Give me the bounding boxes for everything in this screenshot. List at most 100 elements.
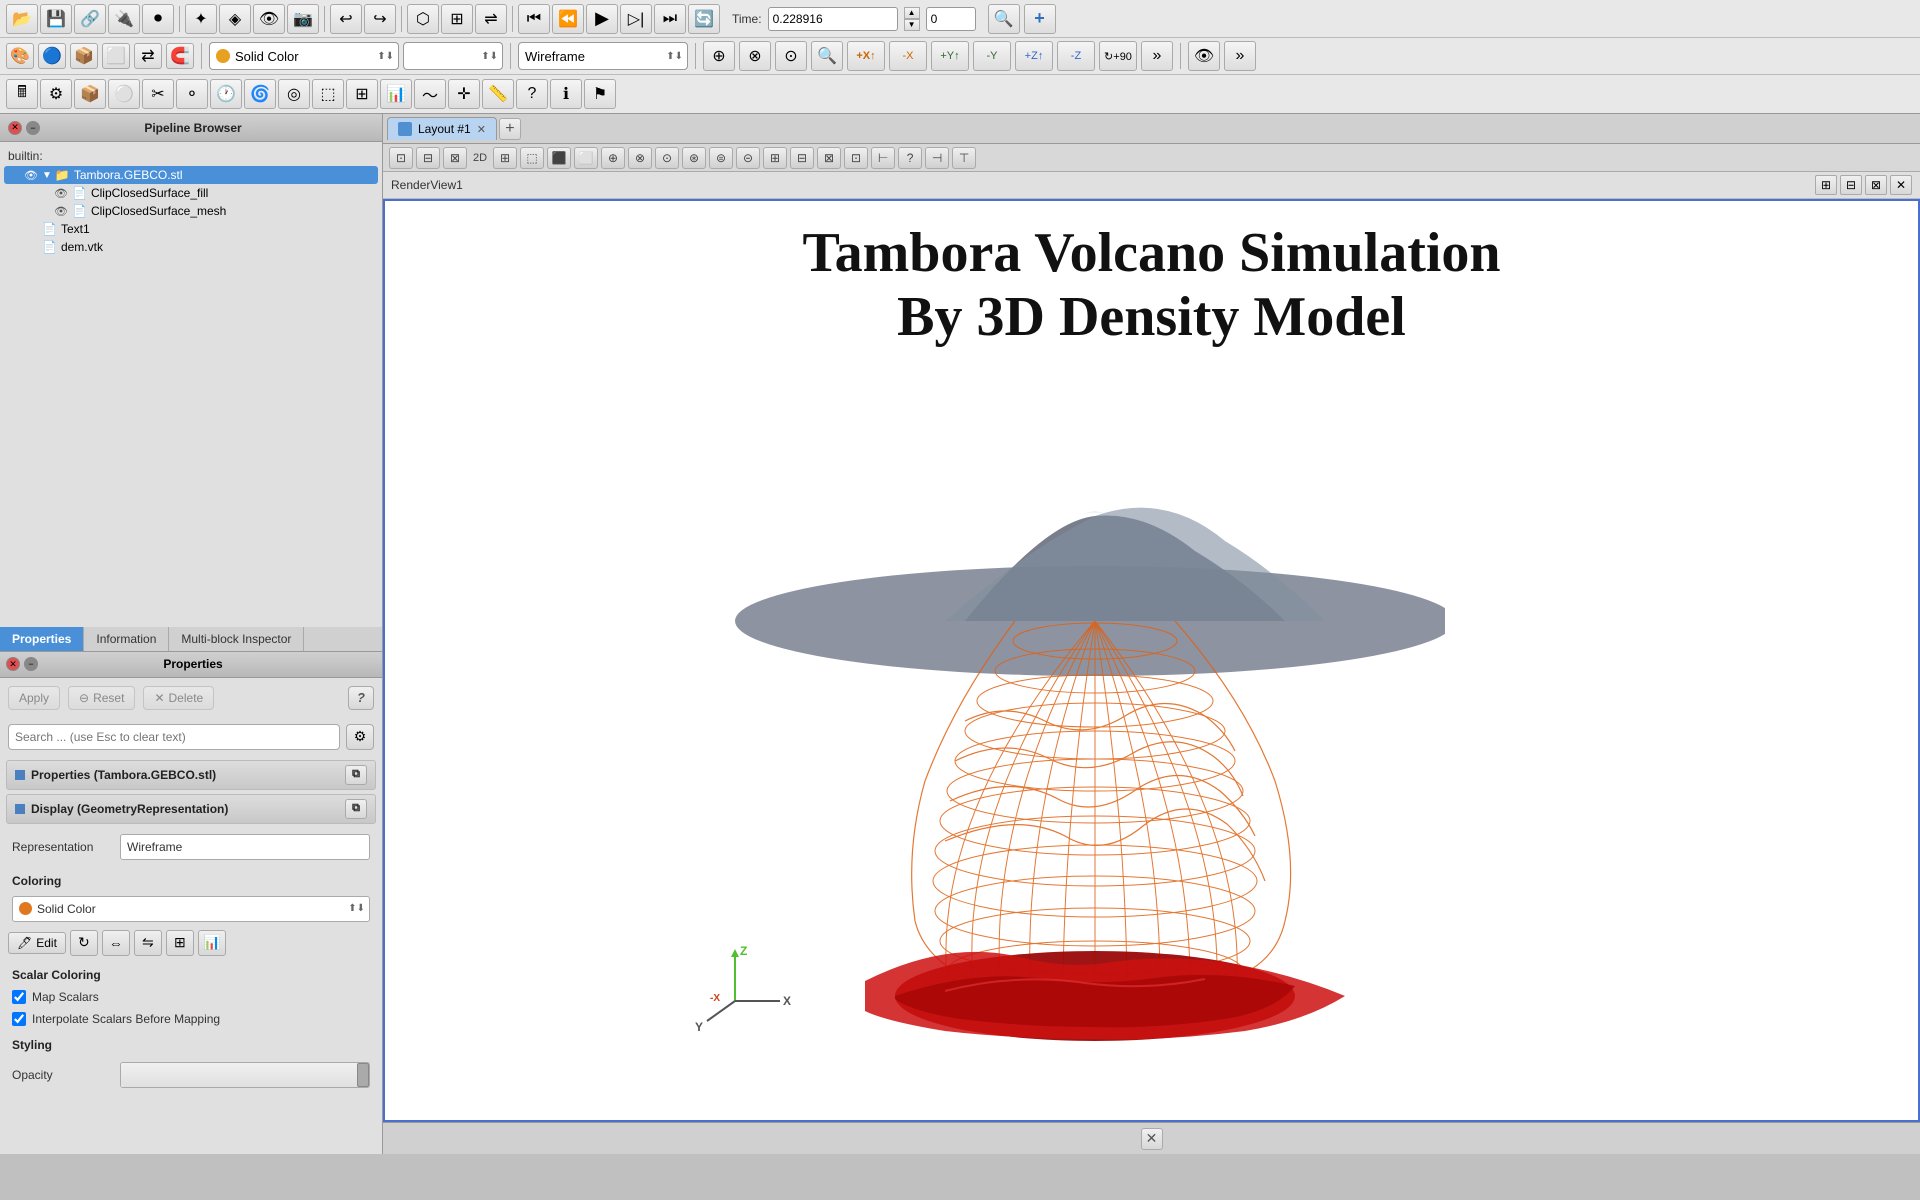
vp-cam4-btn[interactable]: ⊜: [709, 147, 733, 169]
last-frame-btn[interactable]: ⏭: [654, 4, 686, 34]
ruler-btn[interactable]: 📏: [482, 79, 514, 109]
apply-btn[interactable]: Apply: [8, 686, 60, 710]
rescale2-btn[interactable]: ⇋: [134, 930, 162, 956]
representation-value-select[interactable]: Wireframe: [120, 834, 370, 860]
magnet-btn[interactable]: 🧲: [166, 43, 194, 69]
map-scalars-checkbox[interactable]: [12, 990, 26, 1004]
connect-btn[interactable]: 🔗: [74, 4, 106, 34]
delete-btn[interactable]: ✕ Delete: [143, 686, 214, 710]
more-btn[interactable]: »: [1141, 41, 1173, 71]
vp-zoom2-btn[interactable]: ⬛: [547, 147, 571, 169]
loop-btn[interactable]: 🔄: [688, 4, 720, 34]
grid-btn[interactable]: ⊞: [346, 79, 378, 109]
rv-split-v-btn[interactable]: ⊟: [1840, 175, 1862, 195]
minus-y-btn[interactable]: -Y: [973, 41, 1011, 71]
vp-zoom-btn[interactable]: ⬚: [520, 147, 544, 169]
camera-btn[interactable]: 📷: [287, 4, 319, 34]
vp-cam6-btn[interactable]: ⊞: [763, 147, 787, 169]
search-settings-gear-btn[interactable]: ⚙: [346, 724, 374, 750]
play-btn[interactable]: ▶: [586, 4, 618, 34]
eye-btn[interactable]: 👁: [253, 4, 285, 34]
panel-close-btn[interactable]: ✕: [8, 121, 22, 135]
cube-btn[interactable]: 📦: [70, 43, 98, 69]
rotate-btn[interactable]: ↻+90: [1099, 41, 1137, 71]
viewport-bottom-close-btn[interactable]: ✕: [1141, 1128, 1163, 1150]
circle-btn[interactable]: ◎: [278, 79, 310, 109]
tab-properties[interactable]: Properties: [0, 627, 84, 651]
filter-btn[interactable]: ◈: [219, 4, 251, 34]
tree-item-clipmesh[interactable]: 👁 📄 ClipClosedSurface_mesh: [4, 202, 378, 220]
eye-btn2[interactable]: 👁: [1188, 41, 1220, 71]
clock-btn[interactable]: 🕐: [210, 79, 242, 109]
play-step-btn[interactable]: ▷|: [620, 4, 652, 34]
chart-btn[interactable]: 📊: [380, 79, 412, 109]
tree-item-clipfill[interactable]: 👁 📄 ClipClosedSurface_fill: [4, 184, 378, 202]
rescale3-btn[interactable]: ⊞: [166, 930, 194, 956]
tree-item-text1[interactable]: 📄 Text1: [4, 220, 378, 238]
save-btn[interactable]: 💾: [40, 4, 72, 34]
vp-select2-btn[interactable]: ⊟: [416, 147, 440, 169]
search-settings-btn[interactable]: 🔍: [988, 4, 1020, 34]
coloring-selector[interactable]: Solid Color ⬆⬇: [209, 42, 399, 70]
flag-btn[interactable]: ⚑: [584, 79, 616, 109]
add-btn[interactable]: +: [1024, 4, 1056, 34]
eye-icon-clipmesh[interactable]: 👁: [54, 205, 68, 218]
tree-item-tambora[interactable]: 👁 ▼ 📁 Tambora.GEBCO.stl: [4, 166, 378, 184]
vp-cam3-btn[interactable]: ⊛: [682, 147, 706, 169]
vp-2d-btn[interactable]: ⊞: [493, 147, 517, 169]
props-close-btn[interactable]: ✕: [6, 657, 20, 671]
color-palette-btn[interactable]: 🎨: [6, 43, 34, 69]
rv-split-h-btn[interactable]: ⊞: [1815, 175, 1837, 195]
select-btn[interactable]: ⬡: [407, 4, 439, 34]
source-btn[interactable]: ✦: [185, 4, 217, 34]
redo-btn[interactable]: ↪: [364, 4, 396, 34]
vp-cam-btn[interactable]: ⊗: [628, 147, 652, 169]
plus-z-btn[interactable]: +Z↑: [1015, 41, 1053, 71]
rescale-btn[interactable]: ⇔: [102, 930, 130, 956]
search-input[interactable]: [8, 724, 340, 750]
viewport-tab-layout1[interactable]: Layout #1 ✕: [387, 117, 497, 140]
sphere2-btn[interactable]: ⚪: [108, 79, 140, 109]
view-orient-btn2[interactable]: ⊗: [739, 41, 771, 71]
tab-close-btn[interactable]: ✕: [477, 123, 486, 136]
vp-zoom3-btn[interactable]: ⬜: [574, 147, 598, 169]
pointer-btn[interactable]: ✛: [448, 79, 480, 109]
vp-reset-btn[interactable]: ⊕: [601, 147, 625, 169]
section-display-copy-btn[interactable]: ⧉: [345, 799, 367, 819]
wire-btn[interactable]: ⬜: [102, 43, 130, 69]
more-btn2[interactable]: »: [1224, 41, 1256, 71]
minus-z-btn[interactable]: -Z: [1057, 41, 1095, 71]
view-orient-btn3[interactable]: ⊙: [775, 41, 807, 71]
viewport-canvas[interactable]: Tambora Volcano Simulation By 3D Density…: [383, 199, 1920, 1122]
tree-item-dem[interactable]: 📄 dem.vtk: [4, 238, 378, 256]
vp-select-btn[interactable]: ⊡: [389, 147, 413, 169]
question-btn[interactable]: ?: [516, 79, 548, 109]
settings-btn[interactable]: ⚙: [40, 79, 72, 109]
vp-cam2-btn[interactable]: ⊙: [655, 147, 679, 169]
reset-btn[interactable]: ⊖ Reset: [68, 686, 135, 710]
clip-btn[interactable]: ✂: [142, 79, 174, 109]
interact-btn[interactable]: ⇌: [475, 4, 507, 34]
vp-cam8-btn[interactable]: ⊠: [817, 147, 841, 169]
time-down-btn[interactable]: ▼: [904, 19, 920, 31]
vp-cam10-btn[interactable]: ⊢: [871, 147, 895, 169]
tab-information[interactable]: Information: [84, 627, 169, 651]
eye-icon-tambora[interactable]: 👁: [24, 169, 38, 182]
props-collapse-btn[interactable]: −: [24, 657, 38, 671]
vp-help-btn[interactable]: ?: [898, 147, 922, 169]
coloring-dropdown[interactable]: Solid Color ⬆⬇: [12, 896, 370, 922]
wave-btn[interactable]: 〜: [414, 79, 446, 109]
transform-btn[interactable]: ⇄: [134, 43, 162, 69]
vp-select3-btn[interactable]: ⊠: [443, 147, 467, 169]
view-orient-btn1[interactable]: ⊕: [703, 41, 735, 71]
spiral-btn[interactable]: 🌀: [244, 79, 276, 109]
coloring-selector2[interactable]: ⬆⬇: [403, 42, 503, 70]
vp-cam9-btn[interactable]: ⊡: [844, 147, 868, 169]
first-frame-btn[interactable]: ⏮: [518, 4, 550, 34]
panel-collapse-btn[interactable]: −: [26, 121, 40, 135]
disconnect-btn[interactable]: 🔌: [108, 4, 140, 34]
color-legend-btn[interactable]: 📊: [198, 930, 226, 956]
plus-y-btn[interactable]: +Y↑: [931, 41, 969, 71]
undo-btn[interactable]: ↩: [330, 4, 362, 34]
section-copy-btn[interactable]: ⧉: [345, 765, 367, 785]
